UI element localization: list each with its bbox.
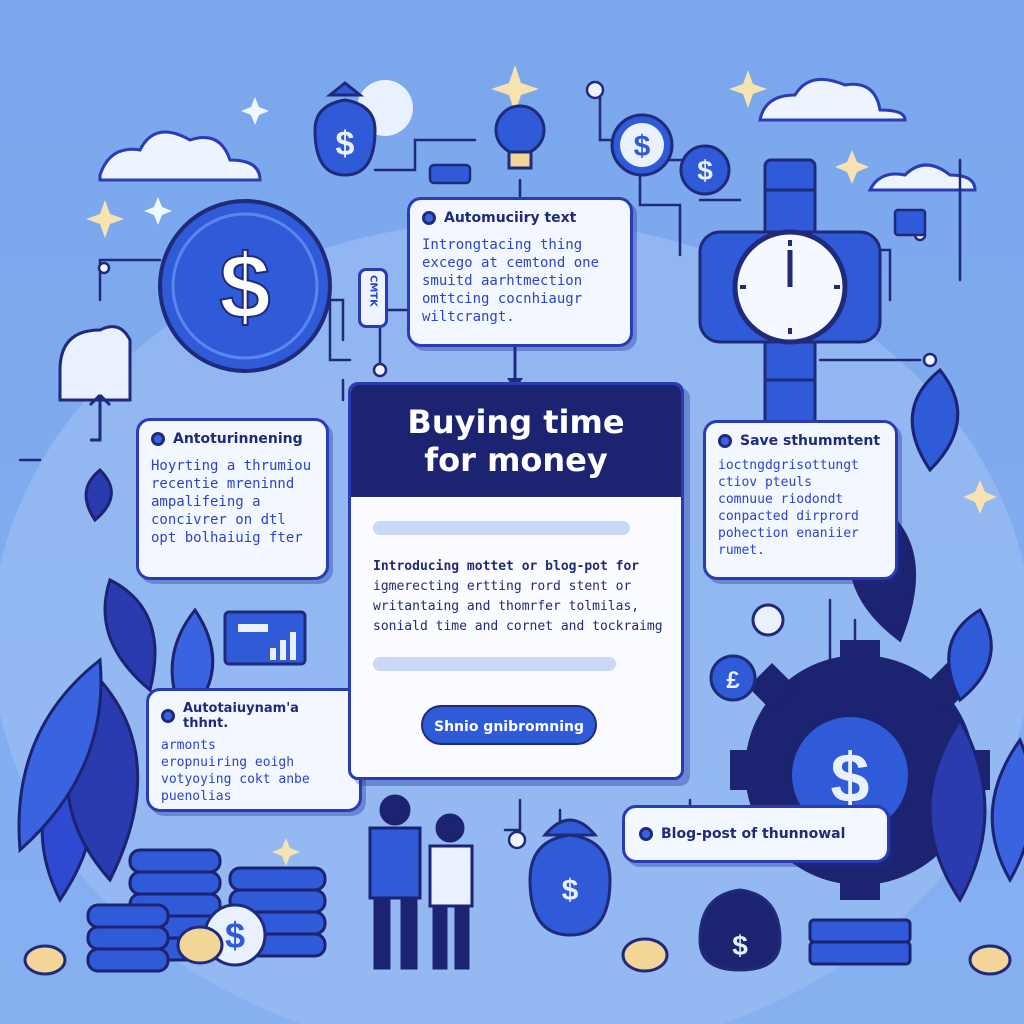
infographic-canvas: $ $ $ $ $ £ $ $ $ CMTK Automuciiry text …	[0, 0, 1024, 1024]
bullet-icon	[161, 709, 175, 723]
svg-text:£: £	[726, 667, 740, 694]
main-title: Buying time for money	[407, 403, 625, 479]
card-line: recentie mreninnd	[151, 476, 295, 492]
card-line: conpacted dirprord	[718, 509, 859, 524]
card-line: puenolias	[161, 789, 232, 804]
card-line: concivrer on dtl	[151, 512, 286, 528]
mini-chart-icon	[223, 610, 307, 666]
placeholder-bar	[373, 657, 617, 671]
card-line: ampalifeing a	[151, 494, 261, 510]
card-line: omttcing cocnhiaugr	[422, 291, 583, 307]
svg-text:$: $	[697, 155, 713, 186]
cta-button-label: Shnio gnibromning	[434, 719, 584, 735]
card-title: Antoturinnening	[173, 431, 303, 447]
svg-text:$: $	[219, 236, 270, 338]
card-autotaiuynam: Autotaiuynam'a thhnt. armonts eropnuirin…	[146, 688, 362, 812]
card-body: ioctngdgrisottungt ctiov pteuls comnuue …	[718, 457, 883, 559]
main-line: writantaing and thomrfer tolmilas,	[373, 599, 640, 614]
bullet-icon	[151, 432, 165, 446]
card-header: Save sthummtent	[718, 433, 883, 449]
side-tag: CMTK	[358, 268, 388, 328]
dollar-coin-icon: $	[158, 199, 332, 373]
svg-text:$: $	[732, 930, 748, 961]
card-line: opt bolhaiuig fter	[151, 530, 303, 546]
placeholder-bar	[373, 521, 631, 535]
card-line: Hoyrting a thrumiou	[151, 458, 312, 474]
card-header: Blog-post of thunnowal	[639, 826, 845, 842]
card-header: Antoturinnening	[151, 431, 314, 447]
bullet-icon	[639, 827, 653, 841]
card-line: wiltcrangt.	[422, 309, 515, 325]
main-line: igmerecting ertting rord stent or	[373, 579, 632, 594]
dollar-coin-icon: $	[679, 144, 731, 196]
cta-button[interactable]: Shnio gnibromning	[421, 705, 597, 745]
svg-text:$: $	[336, 125, 355, 163]
card-body: Introngtacing thing excego at cemtond on…	[422, 236, 618, 326]
card-header: Automuciiry text	[422, 210, 618, 226]
card-header: Autotaiuynam'a thhnt.	[161, 701, 347, 731]
card-blog-post: Blog-post of thunnowal	[622, 805, 890, 863]
main-text: Introducing mottet or blog-pot for igmer…	[373, 557, 663, 637]
dollar-coin-icon: $	[610, 113, 674, 177]
main-blog-panel: Buying time for money Introducing mottet…	[348, 382, 684, 780]
main-line: Introducing mottet or blog-pot for	[373, 559, 640, 574]
card-title: Automuciiry text	[444, 210, 577, 226]
main-banner: Buying time for money	[351, 385, 681, 497]
card-title: Autotaiuynam'a thhnt.	[183, 701, 299, 731]
card-line: ctiov pteuls	[718, 475, 812, 490]
card-title: Save sthummtent	[740, 433, 881, 449]
card-line: votyoying cokt anbe	[161, 772, 310, 787]
card-antoturinnening: Antoturinnening Hoyrting a thrumiou rece…	[136, 418, 329, 580]
card-body: armonts eropnuiring eoigh votyoying cokt…	[161, 737, 347, 805]
svg-text:$: $	[225, 915, 245, 956]
card-line: smuitd aarhtmection	[422, 273, 583, 289]
svg-text:$: $	[634, 130, 651, 163]
card-body: Hoyrting a thrumiou recentie mreninnd am…	[151, 457, 314, 547]
card-line: ioctngdgrisottungt	[718, 458, 859, 473]
card-title: Blog-post of thunnowal	[661, 826, 846, 842]
main-body: Introducing mottet or blog-pot for igmer…	[351, 497, 681, 671]
card-save-sthummtent: Save sthummtent ioctngdgrisottungt ctiov…	[703, 420, 898, 580]
card-automuciiry: Automuciiry text Introngtacing thing exc…	[407, 197, 633, 347]
card-line: eropnuiring eoigh	[161, 755, 295, 770]
svg-text:$: $	[562, 874, 579, 907]
main-line: soniald time and cornet and tockraimg	[373, 619, 663, 634]
card-line: excego at cemtond one	[422, 255, 600, 271]
bullet-icon	[422, 211, 436, 225]
card-line: Introngtacing thing	[422, 237, 583, 253]
card-line: rumet.	[718, 543, 765, 558]
money-bag-icon: $	[698, 888, 782, 972]
bullet-icon	[718, 434, 732, 448]
card-line: armonts	[161, 738, 216, 753]
card-line: pohection enaniier	[718, 526, 859, 541]
card-line: comnuue riodondt	[718, 492, 844, 507]
